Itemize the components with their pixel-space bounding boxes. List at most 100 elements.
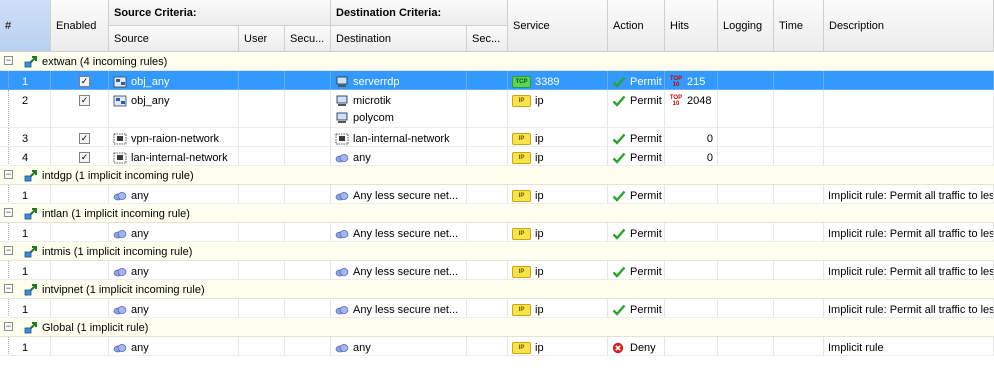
rule-row[interactable]: 4 ✓ lan-internal-network any IP ip Permit 0	[0, 147, 994, 166]
rule-destination-cell[interactable]: any	[331, 337, 467, 356]
rule-enabled-cell[interactable]: ✓	[51, 71, 109, 90]
rule-user-cell[interactable]	[239, 185, 285, 204]
rule-destination-cell[interactable]: Any less secure net...	[331, 223, 467, 242]
collapse-toggle-icon[interactable]: −	[4, 56, 13, 65]
rule-source-security-cell[interactable]	[285, 261, 331, 280]
rule-enabled-cell[interactable]	[51, 299, 109, 318]
rule-source-cell[interactable]: any	[109, 223, 239, 242]
rule-logging-cell[interactable]	[718, 185, 774, 204]
enabled-checkbox[interactable]: ✓	[79, 76, 90, 87]
rule-source-cell[interactable]: any	[109, 185, 239, 204]
rule-row[interactable]: 1 ✓ obj_any serverrdp TCP 3389 Permit TOP 10 215	[0, 71, 994, 90]
rule-enabled-cell[interactable]: ✓	[51, 90, 109, 128]
rule-service-cell[interactable]: IP ip	[508, 223, 608, 242]
rule-destination-security-cell[interactable]	[467, 147, 508, 166]
rule-destination-security-cell[interactable]	[467, 299, 508, 318]
rule-service-cell[interactable]: TCP 3389	[508, 71, 608, 90]
column-header-hits[interactable]: Hits	[665, 0, 718, 52]
column-header-user[interactable]: User	[239, 26, 285, 52]
rule-action-cell[interactable]: Permit	[608, 90, 665, 128]
column-header-destination-security[interactable]: Sec...	[467, 26, 508, 52]
rule-logging-cell[interactable]	[718, 90, 774, 128]
rule-enabled-cell[interactable]: ✓	[51, 128, 109, 147]
rule-user-cell[interactable]	[239, 71, 285, 90]
rule-row[interactable]: 1 any Any less secure net... IP ip Permit Impl…	[0, 261, 994, 280]
rule-source-cell[interactable]: obj_any	[109, 90, 239, 128]
rule-logging-cell[interactable]	[718, 128, 774, 147]
rule-action-cell[interactable]: Deny	[608, 337, 665, 356]
rule-user-cell[interactable]	[239, 261, 285, 280]
rule-user-cell[interactable]	[239, 90, 285, 128]
rule-destination-cell[interactable]: any	[331, 147, 467, 166]
rule-destination-cell[interactable]: Any less secure net...	[331, 299, 467, 318]
collapse-toggle-icon[interactable]: −	[4, 246, 13, 255]
rule-time-cell[interactable]	[774, 299, 824, 318]
rule-service-cell[interactable]: IP ip	[508, 299, 608, 318]
rule-source-cell[interactable]: obj_any	[109, 71, 239, 90]
rule-enabled-cell[interactable]	[51, 223, 109, 242]
column-header-description[interactable]: Description	[824, 0, 994, 52]
rule-time-cell[interactable]	[774, 223, 824, 242]
rule-action-cell[interactable]: Permit	[608, 185, 665, 204]
rule-destination-security-cell[interactable]	[467, 223, 508, 242]
rule-source-security-cell[interactable]	[285, 147, 331, 166]
rule-user-cell[interactable]	[239, 147, 285, 166]
column-header-enabled[interactable]: Enabled	[51, 0, 109, 52]
rule-source-security-cell[interactable]	[285, 337, 331, 356]
rule-description-cell[interactable]: Implicit rule	[824, 337, 994, 356]
enabled-checkbox[interactable]: ✓	[79, 152, 90, 163]
rule-source-cell[interactable]: any	[109, 337, 239, 356]
column-header-service[interactable]: Service	[508, 0, 608, 52]
rule-enabled-cell[interactable]	[51, 337, 109, 356]
column-header-destination[interactable]: Destination	[331, 26, 467, 52]
column-header-source[interactable]: Source	[109, 26, 239, 52]
rule-source-cell[interactable]: lan-internal-network	[109, 147, 239, 166]
rule-action-cell[interactable]: Permit	[608, 261, 665, 280]
rule-service-cell[interactable]: IP ip	[508, 90, 608, 128]
rule-destination-security-cell[interactable]	[467, 337, 508, 356]
column-header-source-security[interactable]: Secu...	[285, 26, 331, 52]
rule-logging-cell[interactable]	[718, 299, 774, 318]
rule-logging-cell[interactable]	[718, 223, 774, 242]
rule-enabled-cell[interactable]: ✓	[51, 147, 109, 166]
rule-destination-security-cell[interactable]	[467, 128, 508, 147]
rule-time-cell[interactable]	[774, 128, 824, 147]
rule-group-row[interactable]: − intdgp (1 implicit incoming rule)	[0, 166, 994, 185]
rule-group-row[interactable]: − extwan (4 incoming rules)	[0, 52, 994, 71]
rule-service-cell[interactable]: IP ip	[508, 185, 608, 204]
collapse-toggle-icon[interactable]: −	[4, 208, 13, 217]
rule-action-cell[interactable]: Permit	[608, 71, 665, 90]
rule-user-cell[interactable]	[239, 128, 285, 147]
rule-description-cell[interactable]: Implicit rule: Permit all traffic to les…	[824, 299, 994, 318]
rule-source-cell[interactable]: any	[109, 299, 239, 318]
rule-row[interactable]: 2 ✓ obj_any microtik polycom IP ip Permit TOP 10 2…	[0, 90, 994, 128]
rule-destination-cell[interactable]: serverrdp	[331, 71, 467, 90]
rule-user-cell[interactable]	[239, 337, 285, 356]
rule-description-cell[interactable]	[824, 147, 994, 166]
rule-action-cell[interactable]: Permit	[608, 128, 665, 147]
rule-action-cell[interactable]: Permit	[608, 223, 665, 242]
rule-group-row[interactable]: − Global (1 implicit rule)	[0, 318, 994, 337]
enabled-checkbox[interactable]: ✓	[79, 95, 90, 106]
rule-group-row[interactable]: − intmis (1 implicit incoming rule)	[0, 242, 994, 261]
rule-enabled-cell[interactable]	[51, 185, 109, 204]
collapse-toggle-icon[interactable]: −	[4, 284, 13, 293]
rule-source-security-cell[interactable]	[285, 185, 331, 204]
column-header-logging[interactable]: Logging	[718, 0, 774, 52]
column-header-action[interactable]: Action	[608, 0, 665, 52]
rule-source-security-cell[interactable]	[285, 128, 331, 147]
collapse-toggle-icon[interactable]: −	[4, 170, 13, 179]
rule-service-cell[interactable]: IP ip	[508, 337, 608, 356]
rule-description-cell[interactable]: Implicit rule: Permit all traffic to les…	[824, 223, 994, 242]
rule-service-cell[interactable]: IP ip	[508, 147, 608, 166]
rule-logging-cell[interactable]	[718, 147, 774, 166]
rule-destination-security-cell[interactable]	[467, 90, 508, 128]
collapse-toggle-icon[interactable]: −	[4, 322, 13, 331]
rule-source-security-cell[interactable]	[285, 71, 331, 90]
rule-time-cell[interactable]	[774, 147, 824, 166]
rule-row[interactable]: 1 any Any less secure net... IP ip Permit Impl…	[0, 299, 994, 318]
rule-destination-cell[interactable]: microtik polycom	[331, 90, 467, 128]
rule-description-cell[interactable]: Implicit rule: Permit all traffic to les…	[824, 185, 994, 204]
rule-row[interactable]: 1 any Any less secure net... IP ip Permit Impl…	[0, 223, 994, 242]
rule-description-cell[interactable]: Implicit rule: Permit all traffic to les…	[824, 261, 994, 280]
